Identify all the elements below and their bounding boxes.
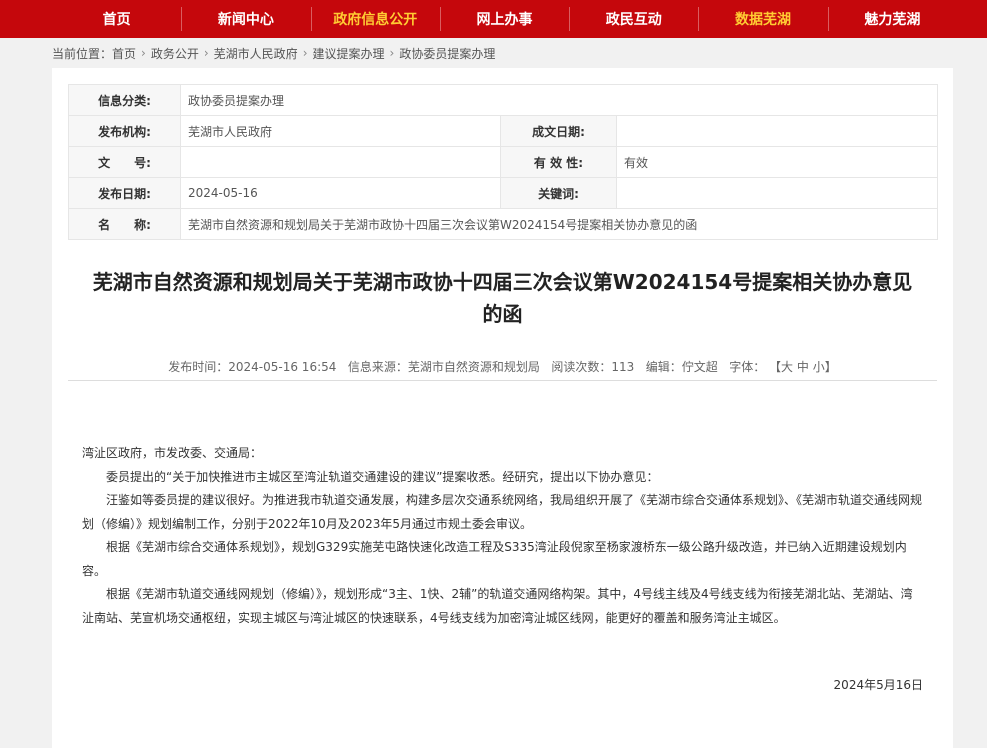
content-panel: 信息分类: 政协委员提案办理 发布机构: 芜湖市人民政府 成文日期: 文 号: … (52, 68, 953, 748)
created-date-value (615, 115, 939, 147)
breadcrumb-cppcc-proposal[interactable]: 政协委员提案办理 (399, 45, 495, 62)
view-count: 113 (611, 360, 635, 374)
docno-label: 文 号: (68, 146, 181, 178)
publisher-label: 发布机构: (68, 115, 181, 147)
salutation: 湾沚区政府，市发改委、交通局： (82, 446, 263, 460)
category-value: 政协委员提案办理 (179, 84, 939, 116)
breadcrumb-home[interactable]: 首页 (112, 45, 136, 62)
breadcrumb-gov-affairs[interactable]: 政务公开 (151, 45, 199, 62)
created-date-label: 成文日期: (500, 115, 617, 147)
nav-data[interactable]: 数据芜湖 (698, 0, 827, 38)
breadcrumb-city-gov[interactable]: 芜湖市人民政府 (214, 45, 298, 62)
validity-label: 有 效 性: (500, 146, 617, 178)
meta-row: 发布日期: 2024-05-16 关键词: (68, 177, 939, 209)
breadcrumb-sep: › (389, 46, 395, 60)
publish-date-label: 发布日期: (68, 177, 181, 209)
meta-row: 发布机构: 芜湖市人民政府 成文日期: (68, 115, 939, 147)
nav-interaction[interactable]: 政民互动 (569, 0, 698, 38)
article-info: 发布时间：2024-05-16 16:54 信息来源：芜湖市自然资源和规划局 阅… (68, 354, 937, 381)
letter-date: 2024年5月16日 (833, 678, 923, 692)
nav-gov-info[interactable]: 政府信息公开 (310, 0, 440, 38)
editor: 佇文超 (681, 360, 718, 374)
breadcrumb-sep: › (203, 46, 209, 60)
breadcrumb-sep: › (302, 46, 308, 60)
name-value: 芜湖市自然资源和规划局关于芜湖市政协十四届三次会议第W2024154号提案相关协… (179, 208, 939, 240)
publish-time-label: 发布时间： (168, 360, 229, 374)
name-label: 名 称: (68, 208, 181, 240)
meta-table: 信息分类: 政协委员提案办理 发布机构: 芜湖市人民政府 成文日期: 文 号: … (68, 84, 939, 240)
keywords-value (615, 177, 939, 209)
meta-row: 文 号: 有 效 性: 有效 (68, 146, 939, 178)
docno-value (180, 146, 501, 178)
paragraph: 汪鉴如等委员提的建议很好。为推进我市轨道交通发展，构建多层次交通系统网络，我局组… (82, 493, 923, 531)
article-body: 湾沚区政府，市发改委、交通局： 委员提出的“关于加快推进市主城区至湾沚轨道交通建… (82, 442, 923, 698)
font-large-button[interactable]: 大 (781, 360, 793, 374)
publisher-value: 芜湖市人民政府 (180, 115, 501, 147)
nav-charm[interactable]: 魅力芜湖 (827, 0, 957, 38)
font-small-button[interactable]: 小 (813, 360, 825, 374)
category-label: 信息分类: (68, 84, 181, 116)
font-medium-button[interactable]: 中 (797, 360, 809, 374)
validity-value: 有效 (615, 146, 939, 178)
font-size-switcher: 【大 中 小】 (769, 360, 837, 374)
meta-row: 信息分类: 政协委员提案办理 (68, 84, 939, 116)
nav-news[interactable]: 新闻中心 (181, 0, 310, 38)
font-bracket-close: 】 (824, 360, 837, 374)
article-title: 芜湖市自然资源和规划局关于芜湖市政协十四届三次会议第W2024154号提案相关协… (92, 270, 913, 326)
breadcrumb-sep: › (141, 46, 146, 60)
top-nav: 首页 新闻中心 政府信息公开 网上办事 政民互动 数据芜湖 魅力芜湖 (0, 0, 987, 38)
breadcrumb-prefix: 当前位置： (52, 46, 113, 61)
publish-time: 2024-05-16 16:54 (228, 360, 337, 374)
paragraph: 委员提出的“关于加快推进市主城区至湾沚轨道交通建设的建议”提案收悉。经研究，提出… (106, 469, 659, 484)
font-bracket-open: 【 (769, 360, 782, 374)
source: 芜湖市自然资源和规划局 (407, 360, 540, 374)
breadcrumb: 当前位置： 首页 › 政务公开 › 芜湖市人民政府 › 建议提案办理 › 政协委… (0, 38, 987, 68)
source-label: 信息来源： (347, 360, 408, 374)
nav-home[interactable]: 首页 (52, 0, 181, 38)
views-label: 阅读次数： (551, 360, 612, 374)
paragraph: 根据《芜湖市轨道交通线网规划（修编）》，规划形成“3主、1快、2辅”的轨道交通网… (82, 587, 913, 625)
breadcrumb-proposal[interactable]: 建议提案办理 (313, 45, 385, 62)
editor-label: 编辑： (645, 360, 682, 374)
paragraph: 根据《芜湖市综合交通体系规划》，规划G329实施芜屯路快速化改造工程及S335湾… (82, 540, 907, 578)
meta-row: 名 称: 芜湖市自然资源和规划局关于芜湖市政协十四届三次会议第W2024154号… (68, 208, 939, 240)
keywords-label: 关键词: (500, 177, 617, 209)
nav-online-service[interactable]: 网上办事 (439, 0, 569, 38)
publish-date-value: 2024-05-16 (180, 177, 501, 209)
font-size-label: 字体： (729, 360, 766, 374)
